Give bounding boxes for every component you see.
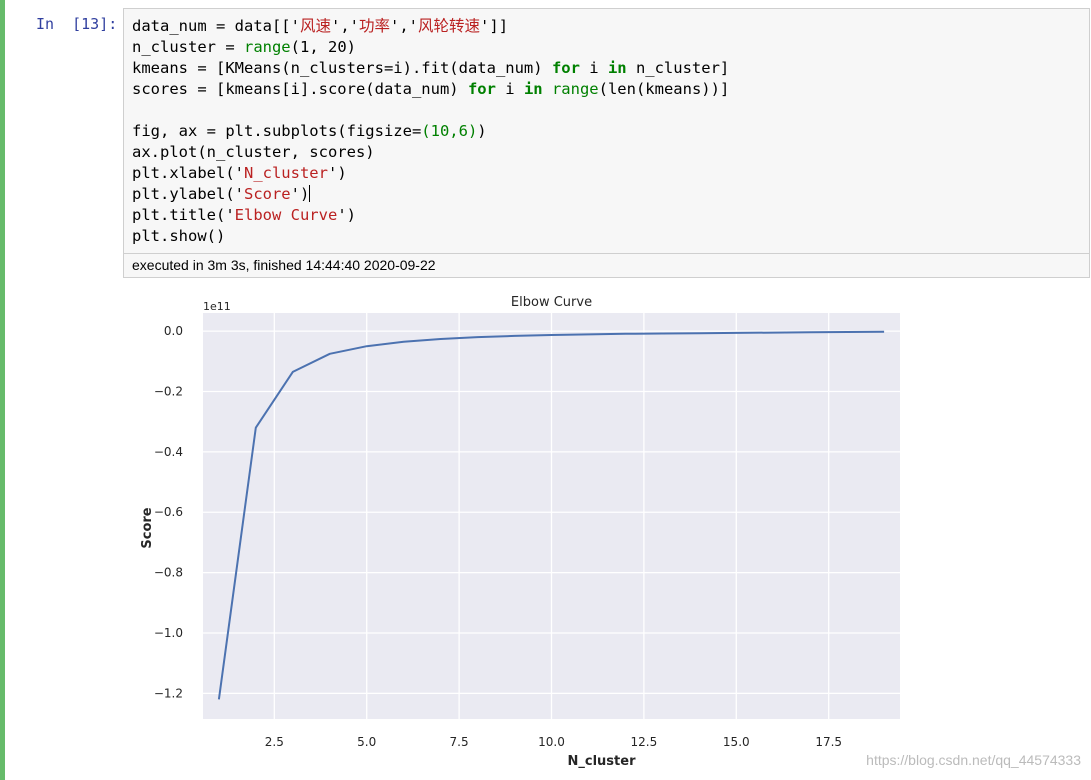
y-offset-label: 1e11 <box>203 300 231 313</box>
x-tick-label: 12.5 <box>631 735 658 749</box>
y-axis-label: Score <box>140 507 155 548</box>
code-token: n_cluster = <box>132 38 244 56</box>
code-token: scores = [kmeans[i].score(data_num) <box>132 80 468 98</box>
code-token: plt.title(' <box>132 206 235 224</box>
code-line: ax.plot(n_cluster, scores) <box>132 142 729 163</box>
cell-selection-bar <box>0 0 5 780</box>
code-lines[interactable]: data_num = data[['风速','功率','风轮转速']] n_clu… <box>132 16 729 247</box>
code-token: in <box>523 80 543 98</box>
code-token: in <box>607 59 627 77</box>
code-line: plt.show() <box>132 226 729 247</box>
watermark-text: https://blog.csdn.net/qq_44574333 <box>866 752 1081 768</box>
code-token: ') <box>327 164 347 182</box>
code-token: 风轮转速 <box>418 17 481 35</box>
code-token: for <box>551 59 580 77</box>
y-tick-label: −1.2 <box>154 686 183 700</box>
code-token: (len(kmeans))] <box>598 80 730 98</box>
code-token: data_num = data[[' <box>132 17 300 35</box>
y-tick-label: −0.8 <box>154 566 183 580</box>
code-line: scores = [kmeans[i].score(data_num) for … <box>132 79 729 100</box>
y-tick-label: −1.0 <box>154 626 183 640</box>
code-token: (10,6) <box>421 122 478 140</box>
x-tick-label: 17.5 <box>815 735 842 749</box>
y-tick-label: 0.0 <box>164 324 183 338</box>
code-line: data_num = data[['风速','功率','风轮转速']] <box>132 16 729 37</box>
code-line: fig, ax = plt.subplots(figsize=(10,6)) <box>132 121 729 142</box>
code-token: plt.show() <box>132 227 226 245</box>
execution-info-bar: executed in 3m 3s, finished 14:44:40 202… <box>123 254 1090 278</box>
code-token: Score <box>243 185 291 203</box>
x-tick-label: 2.5 <box>265 735 284 749</box>
code-line: n_cluster = range(1, 20) <box>132 37 729 58</box>
x-tick-label: 5.0 <box>357 735 376 749</box>
y-tick-label: −0.4 <box>154 445 183 459</box>
code-token: plt.xlabel(' <box>132 164 244 182</box>
code-token: range <box>551 80 599 98</box>
x-tick-label: 15.0 <box>723 735 750 749</box>
x-tick-label: 10.0 <box>538 735 565 749</box>
code-token: ax.plot(n_cluster, scores) <box>132 143 375 161</box>
code-token: N_cluster <box>243 164 328 182</box>
code-token: n_cluster] <box>626 59 730 77</box>
code-line: plt.ylabel('Score') <box>132 184 729 205</box>
execution-time-text: executed in 3m 3s, finished 14:44:40 202… <box>132 257 436 273</box>
code-token: kmeans = [KMeans(n_clusters=i).fit(data_… <box>132 59 552 77</box>
code-line: plt.title('Elbow Curve') <box>132 205 729 226</box>
y-tick-label: −0.2 <box>154 384 183 398</box>
code-token: ') <box>290 185 310 203</box>
chart-title: Elbow Curve <box>511 295 592 310</box>
y-tick-label: −0.6 <box>154 505 183 519</box>
code-token: 功率 <box>359 17 391 35</box>
code-token: ']] <box>480 17 509 35</box>
code-token: Elbow Curve <box>234 206 338 224</box>
code-token: 风速 <box>299 17 331 35</box>
code-line: kmeans = [KMeans(n_clusters=i).fit(data_… <box>132 58 729 79</box>
code-token: ) <box>477 122 487 140</box>
code-token: i <box>495 80 524 98</box>
code-token: range <box>243 38 291 56</box>
elbow-curve-chart: 0.0 −0.2 −0.4 −0.6 −0.8 −1.0 −1.2 2.5 5.0 7.5 10.0… <box>140 295 900 769</box>
text-cursor <box>309 185 311 202</box>
code-token: fig, ax = plt.subplots(figsize= <box>132 122 422 140</box>
code-token: plt.ylabel(' <box>132 185 244 203</box>
code-line: plt.xlabel('N_cluster') <box>132 163 729 184</box>
x-axis-label: N_cluster <box>568 754 637 769</box>
input-prompt: In [13]: <box>36 15 118 33</box>
code-token: i <box>579 59 608 77</box>
code-cell-editor[interactable]: data_num = data[['风速','功率','风轮转速']] n_clu… <box>123 8 1090 254</box>
code-token: ') <box>337 206 356 224</box>
code-token: ',' <box>331 17 359 35</box>
code-token: for <box>467 80 496 98</box>
code-token: (1, 20) <box>290 38 356 56</box>
x-tick-label: 7.5 <box>450 735 469 749</box>
code-token: ',' <box>390 17 419 35</box>
